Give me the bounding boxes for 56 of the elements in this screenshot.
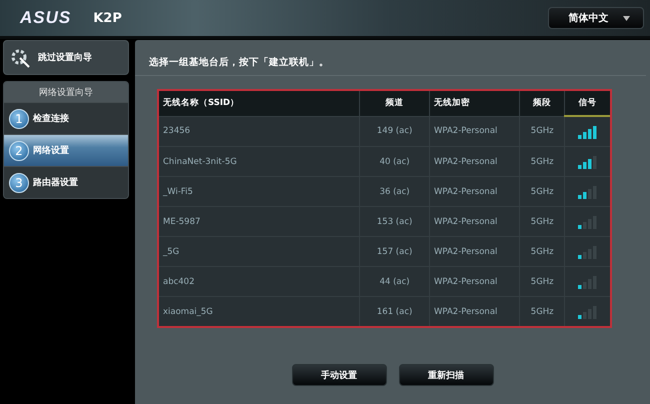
skip-wizard-label: 跳过设置向导 [38, 51, 92, 64]
table-cell: _Wi-Fi5 [159, 176, 360, 206]
table-cell: WPA2-Personal [429, 266, 520, 296]
gear-icon [10, 46, 32, 68]
action-button[interactable]: 重新扫描 [398, 364, 494, 386]
table-cell: abc402 [159, 266, 360, 296]
wizard-title: 网络设置向导 [4, 82, 128, 102]
table-cell: _5G [159, 236, 360, 266]
wizard-step[interactable]: 2 网络设置 [4, 134, 128, 166]
instruction-text: 选择一组基地台后，按下「建立联机」。 [135, 40, 646, 76]
step-number: 3 [9, 172, 29, 192]
table-cell: 161 (ac) [360, 296, 430, 326]
table-cell: 23456 [159, 116, 360, 146]
table-cell: ChinaNet-3nit-5G [159, 146, 360, 176]
column-header[interactable]: 频道 [360, 91, 430, 116]
step-number: 1 [9, 108, 29, 128]
wizard-step[interactable]: 3 路由器设置 [4, 166, 128, 198]
signal-icon [578, 274, 598, 288]
table-cell: 5GHz [519, 206, 565, 236]
table-cell: 5GHz [519, 176, 565, 206]
table-cell: 5GHz [519, 266, 565, 296]
table-cell: 149 (ac) [360, 116, 430, 146]
table-cell: 40 (ac) [360, 146, 430, 176]
table-cell: 5GHz [519, 236, 565, 266]
table-cell: WPA2-Personal [429, 176, 520, 206]
column-header[interactable]: 无线加密 [429, 91, 520, 116]
signal-icon [578, 124, 598, 138]
table-cell: WPA2-Personal [429, 236, 520, 266]
table-cell: 157 (ac) [360, 236, 430, 266]
table-cell: 36 (ac) [360, 176, 430, 206]
signal-icon [578, 304, 598, 318]
caret-icon [622, 16, 630, 20]
table-cell: WPA2-Personal [429, 146, 520, 176]
skip-wizard-item[interactable]: 跳过设置向导 [3, 40, 129, 75]
signal-icon [578, 154, 598, 168]
brand-logo: ASUS [20, 8, 72, 28]
table-cell: 5GHz [519, 296, 565, 326]
model-name: K2P [93, 10, 122, 26]
step-number: 2 [9, 140, 29, 160]
column-header[interactable]: 无线名称（SSID） [159, 91, 360, 116]
column-header[interactable]: 频段 [519, 91, 565, 116]
language-dropdown[interactable]: 简体中文 [548, 7, 644, 29]
signal-icon [578, 244, 598, 258]
table-cell: 5GHz [519, 116, 565, 146]
signal-icon [578, 184, 598, 198]
table-cell: WPA2-Personal [429, 296, 520, 326]
table-cell: WPA2-Personal [429, 206, 520, 236]
table-cell: 44 (ac) [360, 266, 430, 296]
table-cell: WPA2-Personal [429, 116, 520, 146]
table-cell: xiaomai_5G [159, 296, 360, 326]
column-header[interactable]: 信号 [564, 91, 610, 116]
action-button[interactable]: 手动设置 [292, 364, 386, 386]
signal-icon [578, 214, 598, 228]
table-cell: 5GHz [519, 146, 565, 176]
table-cell: ME-5987 [159, 206, 360, 236]
table-cell: 153 (ac) [360, 206, 430, 236]
